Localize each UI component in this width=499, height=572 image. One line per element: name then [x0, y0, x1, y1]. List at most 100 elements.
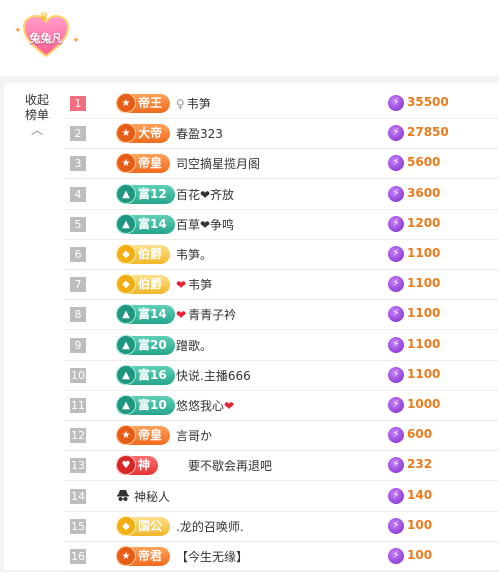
ranking-row[interactable]: 1 ★ 帝王 ♀ 韦笋 ⚡ 35500 [64, 88, 498, 119]
ranking-row[interactable]: 13 ♥ 神 要不歇会再退吧 ⚡ 232 [64, 450, 498, 482]
rank-number: 14 [70, 488, 86, 504]
user-name-text: 韦笋。 [176, 248, 213, 262]
ranking-row[interactable]: 14 神秘人 ⚡ 140 [64, 481, 498, 512]
ranking-row[interactable]: 7 ◆ 伯爵 ❤ 韦笋 ⚡ 1100 [64, 269, 498, 301]
ranking-row[interactable]: 4 ▲ 富12 百花❤齐放 ⚡ 3600 [64, 179, 498, 210]
ranking-row[interactable]: 3 ★ 帝皇 司空摘星揽月阁 ⚡ 5600 [64, 148, 498, 180]
collapse-label-line1: 收起 [24, 93, 49, 107]
badge-emblem-icon: ▲ [116, 213, 136, 234]
user-name[interactable]: 蹭歌。 [176, 337, 212, 354]
level-badge: ◆ 国公 [116, 515, 171, 536]
level-badge: ★ 大帝 [116, 123, 171, 144]
user-name[interactable]: 快说.主播666 [176, 367, 251, 384]
rank-number: 4 [70, 186, 86, 202]
lightning-coin-icon: ⚡ [388, 517, 404, 534]
rank-number: 1 [70, 96, 86, 111]
user-name[interactable]: .龙的召唤师. [176, 518, 244, 535]
user-name-text: 百花❤齐放 [176, 187, 235, 202]
user-name[interactable]: ❤ 青青子衿 [176, 306, 236, 323]
user-name[interactable]: 言哥か [176, 427, 212, 444]
rank-number: 2 [70, 126, 86, 142]
lightning-coin-icon: ⚡ [388, 487, 404, 504]
lightning-coin-icon: ⚡ [388, 548, 404, 564]
incognito-icon [116, 489, 130, 503]
ranking-row[interactable]: 5 ▲ 富14 百草❤争鸣 ⚡ 1200 [64, 209, 498, 240]
contribution-amount: 1000 [407, 397, 441, 411]
lightning-coin-icon: ⚡ [388, 185, 404, 202]
lightning-coin-icon: ⚡ [388, 427, 404, 444]
crown-icon: ♛ [39, 10, 49, 23]
badge-label: 神 [138, 458, 151, 473]
collapse-label-line2: 榜单 [24, 108, 49, 122]
user-name[interactable]: 司空摘星揽月阁 [176, 155, 260, 172]
lightning-coin-icon: ⚡ [388, 397, 404, 413]
user-name[interactable]: 【今生无缘】 [176, 548, 248, 565]
user-name-text: 要不歇会再退吧 [188, 459, 273, 474]
user-name[interactable]: 百草❤争鸣 [176, 216, 234, 233]
level-badge: ★ 帝皇 [116, 153, 171, 174]
user-name-text: .龙的召唤师. [176, 519, 244, 534]
badge-label: 富20 [138, 337, 167, 352]
contribution-amount: 1100 [407, 306, 441, 321]
ranking-row[interactable]: 15 ◆ 国公 .龙的召唤师. ⚡ 100 [64, 511, 498, 542]
user-name-text: 韦笋 [186, 97, 211, 111]
user-name[interactable]: 百花❤齐放 [176, 186, 234, 203]
badge-emblem-icon: ▲ [116, 183, 136, 204]
badge-label: 帝君 [138, 549, 163, 563]
user-name-text: 春盈323 [176, 127, 223, 142]
level-badge: ▲ 富16 [116, 364, 175, 385]
gender-icon: ♀ [176, 97, 185, 111]
level-badge: ▲ 富10 [116, 395, 175, 415]
contribution-amount: 1100 [407, 366, 441, 381]
level-badge: ◆ 伯爵 [116, 274, 171, 295]
lightning-coin-icon: ⚡ [388, 306, 404, 323]
lightning-coin-icon: ⚡ [388, 125, 404, 142]
lightning-coin-icon: ⚡ [388, 457, 404, 474]
rank-number: 8 [70, 307, 86, 323]
contribution-amount: 1100 [407, 246, 441, 260]
lightning-coin-icon: ⚡ [388, 276, 404, 293]
user-name[interactable]: 悠悠我心❤ [176, 397, 234, 414]
user-name-text: 蹭歌。 [176, 338, 213, 353]
logo-text: 兔兔凡 [29, 32, 63, 45]
user-name[interactable]: ♀ 韦笋 [176, 95, 211, 112]
contribution-amount: 1200 [407, 215, 441, 230]
user-name[interactable]: ❤ 韦笋 [176, 276, 212, 293]
badge-emblem-icon: ★ [116, 123, 136, 144]
user-name-text: 快说.主播666 [176, 368, 251, 383]
badge-emblem-icon: ◆ [116, 244, 136, 264]
ranking-row[interactable]: 8 ▲ 富14 ❤ 青青子衿 ⚡ 1100 [64, 299, 498, 331]
badge-label: 富14 [138, 216, 167, 231]
badge-emblem-icon: ▲ [116, 304, 136, 325]
badge-emblem-icon: ♥ [116, 455, 136, 476]
badge-label: 帝皇 [138, 156, 163, 171]
ranking-row[interactable]: 12 ★ 帝皇 言哥か ⚡ 600 [64, 420, 498, 452]
badge-emblem-icon: ▲ [116, 334, 136, 355]
ranking-row[interactable]: 10 ▲ 富16 快说.主播666 ⚡ 1100 [64, 360, 498, 391]
user-name[interactable]: 要不歇会再退吧 [188, 457, 272, 474]
heart-icon: ❤ [176, 308, 187, 323]
ranking-row[interactable]: 9 ▲ 富20 蹭歌。 ⚡ 1100 [64, 330, 498, 361]
level-badge: ★ 帝君 [116, 546, 171, 566]
contribution-amount: 232 [407, 457, 433, 472]
collapse-list-button[interactable]: 收起 榜单 ︿ [20, 93, 54, 136]
contribution-amount: 100 [407, 548, 433, 562]
user-name-text: 青青子衿 [188, 308, 237, 323]
contribution-amount: 1100 [407, 276, 441, 291]
ranking-row[interactable]: 2 ★ 大帝 春盈323 ⚡ 27850 [64, 118, 498, 150]
ranking-row[interactable]: 6 ◆ 伯爵 韦笋。 ⚡ 1100 [64, 239, 498, 270]
badge-label: 伯爵 [138, 277, 163, 292]
ranking-row[interactable]: 16 ★ 帝君 【今生无缘】 ⚡ 100 [64, 541, 498, 572]
user-name[interactable]: 春盈323 [176, 125, 223, 142]
level-badge: ★ 帝皇 [116, 425, 171, 446]
badge-emblem-icon: ★ [116, 93, 136, 113]
badge-emblem-icon: ★ [116, 546, 136, 566]
ranking-row[interactable]: 11 ▲ 富10 悠悠我心❤ ⚡ 1000 [64, 390, 498, 421]
contribution-amount: 27850 [407, 125, 449, 140]
level-badge: ▲ 富14 [116, 213, 175, 234]
user-name[interactable]: 韦笋。 [176, 246, 212, 263]
badge-label: 国公 [138, 518, 163, 533]
level-badge: ▲ 富14 [116, 304, 175, 325]
user-name[interactable]: 神秘人 [116, 488, 170, 505]
badge-label: 富10 [138, 398, 167, 412]
